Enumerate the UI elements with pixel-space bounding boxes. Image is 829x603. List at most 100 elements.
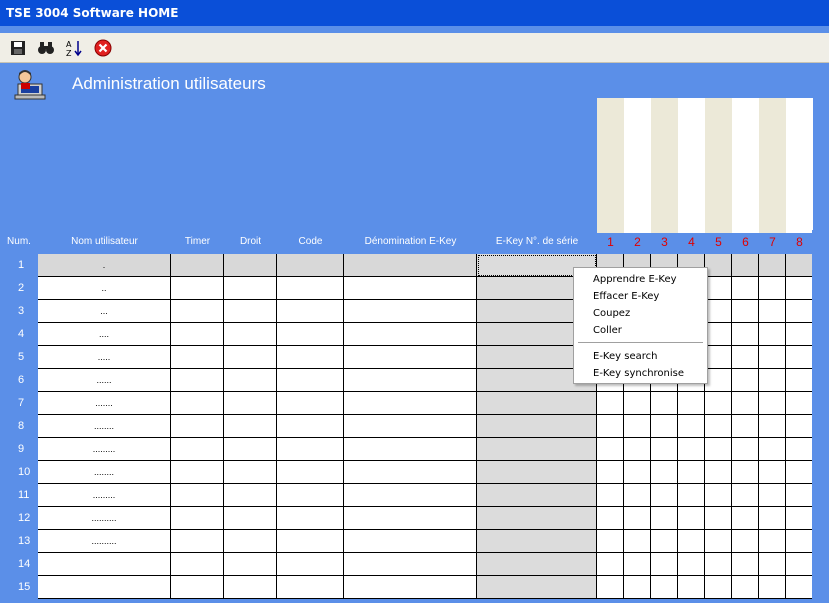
menu-item-ekey-search[interactable]: E-Key search [593,348,657,365]
cell-droit[interactable] [224,392,277,415]
cell-droit[interactable] [224,576,277,599]
cell-denomination[interactable] [344,507,477,530]
cell-nom[interactable] [38,553,171,576]
cell-slot[interactable] [597,553,624,576]
cell-slot[interactable] [732,507,759,530]
cell-slot[interactable] [759,484,786,507]
cell-code[interactable] [277,415,344,438]
cell-slot[interactable] [651,392,678,415]
cell-serie[interactable] [477,461,597,484]
cell-slot[interactable] [759,369,786,392]
cell-timer[interactable] [171,277,224,300]
cell-serie[interactable] [477,415,597,438]
cell-slot[interactable] [705,438,732,461]
cell-slot[interactable] [759,507,786,530]
cell-timer[interactable] [171,553,224,576]
cell-slot[interactable] [651,484,678,507]
cell-slot[interactable] [759,530,786,553]
cell-code[interactable] [277,530,344,553]
cell-slot[interactable] [624,507,651,530]
cell-serie[interactable] [477,392,597,415]
cell-slot[interactable] [732,415,759,438]
cell-code[interactable] [277,553,344,576]
cell-slot[interactable] [786,530,813,553]
cell-slot[interactable] [786,300,813,323]
cell-slot[interactable] [759,576,786,599]
cell-nom[interactable]: .... [38,323,171,346]
cell-slot[interactable] [651,553,678,576]
cell-nom[interactable]: ..... [38,346,171,369]
cell-slot[interactable] [678,392,705,415]
cell-slot[interactable] [597,392,624,415]
cell-code[interactable] [277,254,344,277]
cell-slot[interactable] [759,254,786,277]
cell-slot[interactable] [705,346,732,369]
menu-item-coupez[interactable]: Coupez [593,305,630,322]
cell-nom[interactable]: ....... [38,392,171,415]
cell-slot[interactable] [759,415,786,438]
cell-slot[interactable] [759,553,786,576]
cell-droit[interactable] [224,484,277,507]
cell-slot[interactable] [678,576,705,599]
cell-slot[interactable] [705,300,732,323]
cell-denomination[interactable] [344,484,477,507]
cell-slot[interactable] [705,323,732,346]
cell-slot[interactable] [678,553,705,576]
cell-timer[interactable] [171,484,224,507]
cell-slot[interactable] [732,254,759,277]
cell-slot[interactable] [705,254,732,277]
cell-slot[interactable] [786,553,813,576]
cell-timer[interactable] [171,461,224,484]
cell-denomination[interactable] [344,461,477,484]
cell-slot[interactable] [786,461,813,484]
cell-denomination[interactable] [344,277,477,300]
cell-droit[interactable] [224,254,277,277]
cell-slot[interactable] [624,484,651,507]
cell-droit[interactable] [224,438,277,461]
cell-slot[interactable] [705,415,732,438]
cell-serie[interactable] [477,507,597,530]
cell-denomination[interactable] [344,438,477,461]
cell-slot[interactable] [732,484,759,507]
cell-slot[interactable] [759,392,786,415]
cell-slot[interactable] [705,576,732,599]
cell-slot[interactable] [732,346,759,369]
cell-timer[interactable] [171,300,224,323]
cell-serie[interactable] [477,530,597,553]
cell-slot[interactable] [624,553,651,576]
cell-droit[interactable] [224,553,277,576]
cell-slot[interactable] [705,369,732,392]
cell-code[interactable] [277,346,344,369]
cell-slot[interactable] [759,438,786,461]
cell-slot[interactable] [705,484,732,507]
cell-slot[interactable] [624,530,651,553]
menu-item-apprendre[interactable]: Apprendre E-Key [593,271,677,288]
cell-slot[interactable] [597,530,624,553]
cell-slot[interactable] [786,415,813,438]
cell-code[interactable] [277,369,344,392]
cell-slot[interactable] [678,415,705,438]
cell-slot[interactable] [705,507,732,530]
cell-slot[interactable] [786,323,813,346]
cell-timer[interactable] [171,392,224,415]
cell-denomination[interactable] [344,254,477,277]
cell-nom[interactable]: ........ [38,461,171,484]
cell-slot[interactable] [759,277,786,300]
cell-slot[interactable] [597,484,624,507]
cell-slot[interactable] [678,438,705,461]
cell-slot[interactable] [732,392,759,415]
cell-slot[interactable] [786,392,813,415]
find-button[interactable] [36,38,56,58]
cell-slot[interactable] [651,438,678,461]
cell-slot[interactable] [786,576,813,599]
menu-item-coller[interactable]: Coller [593,322,622,339]
cell-slot[interactable] [759,461,786,484]
cell-droit[interactable] [224,369,277,392]
cell-slot[interactable] [732,553,759,576]
cell-slot[interactable] [732,576,759,599]
cell-slot[interactable] [597,461,624,484]
cell-denomination[interactable] [344,576,477,599]
cell-denomination[interactable] [344,392,477,415]
cell-droit[interactable] [224,415,277,438]
cell-serie[interactable] [477,576,597,599]
